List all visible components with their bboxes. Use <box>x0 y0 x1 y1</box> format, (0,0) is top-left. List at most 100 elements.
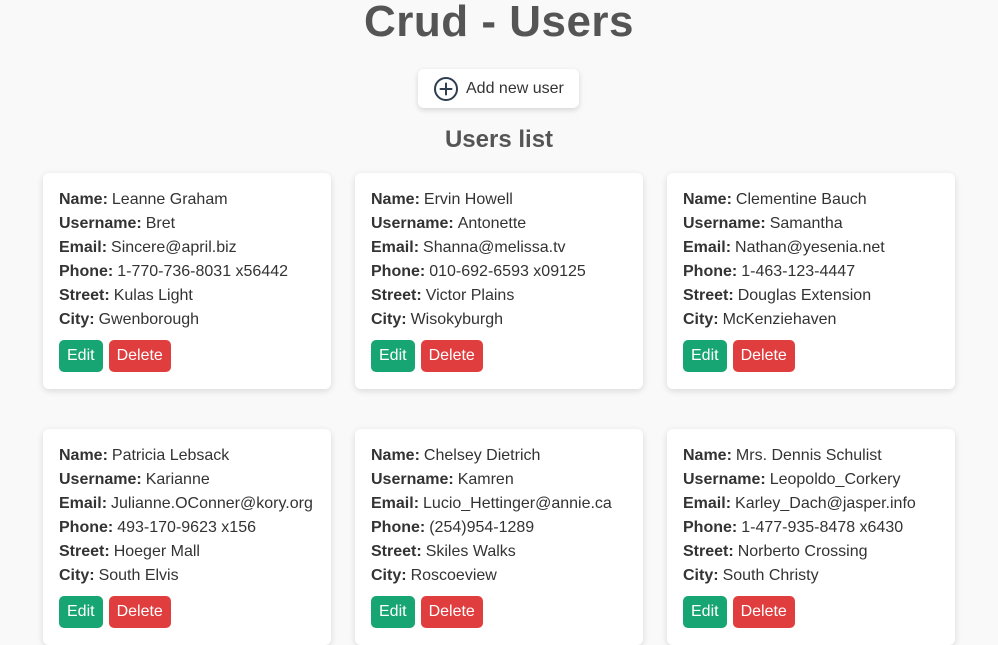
user-email-field: Email: Sincere@april.biz <box>59 236 316 260</box>
user-phone-field: Phone: 1-770-736-8031 x56442 <box>59 260 316 284</box>
delete-user-button[interactable]: Delete <box>732 596 795 628</box>
user-phone-label: Phone: <box>683 519 738 536</box>
user-name-value: Mrs. Dennis Schulist <box>735 447 882 464</box>
user-username-label: Username: <box>683 215 766 232</box>
edit-user-button[interactable]: Edit <box>59 596 103 628</box>
user-email-field: Email: Julianne.OConner@kory.org <box>59 492 316 516</box>
user-name-value: Chelsey Dietrich <box>423 447 541 464</box>
user-phone-label: Phone: <box>683 263 738 280</box>
user-name-label: Name: <box>59 191 108 208</box>
plus-circle-icon <box>433 76 459 102</box>
edit-user-button[interactable]: Edit <box>683 596 727 628</box>
page-title: Crud - Users <box>363 0 635 46</box>
edit-user-button[interactable]: Edit <box>59 340 103 372</box>
user-username-value: Kamren <box>457 471 514 488</box>
user-email-label: Email: <box>59 239 108 256</box>
user-username-label: Username: <box>371 215 454 232</box>
user-phone-value: 1-463-123-4447 <box>741 263 856 280</box>
user-street-label: Street: <box>683 543 734 560</box>
user-phone-label: Phone: <box>59 519 114 536</box>
user-card-actions: Edit Delete <box>371 340 628 372</box>
user-email-label: Email: <box>371 495 420 512</box>
user-street-label: Street: <box>59 287 110 304</box>
user-phone-value: 493-170-9623 x156 <box>117 519 256 536</box>
user-city-value: Gwenborough <box>98 311 200 328</box>
user-name-label: Name: <box>683 447 732 464</box>
delete-user-button[interactable]: Delete <box>108 340 171 372</box>
user-street-field: Street: Kulas Light <box>59 284 316 308</box>
user-username-label: Username: <box>683 471 766 488</box>
add-new-user-label: Add new user <box>466 79 564 97</box>
user-email-label: Email: <box>371 239 420 256</box>
user-street-value: Norberto Crossing <box>737 543 868 560</box>
user-city-value: Roscoeview <box>410 567 497 584</box>
delete-user-button[interactable]: Delete <box>108 596 171 628</box>
user-city-field: City: Gwenborough <box>59 308 316 332</box>
user-name-label: Name: <box>59 447 108 464</box>
user-street-label: Street: <box>371 543 422 560</box>
user-email-value: Nathan@yesenia.net <box>735 239 885 256</box>
user-name-field: Name: Leanne Graham <box>59 188 316 212</box>
user-card-actions: Edit Delete <box>59 596 316 628</box>
user-phone-field: Phone: 1-477-935-8478 x6430 <box>683 516 940 540</box>
user-username-field: Username: Leopoldo_Corkery <box>683 468 940 492</box>
user-city-label: City: <box>371 311 407 328</box>
user-phone-field: Phone: 493-170-9623 x156 <box>59 516 316 540</box>
add-new-user-button[interactable]: Add new user <box>418 69 579 108</box>
user-phone-field: Phone: 1-463-123-4447 <box>683 260 940 284</box>
user-email-label: Email: <box>683 239 732 256</box>
user-city-value: South Elvis <box>98 567 179 584</box>
user-username-value: Leopoldo_Corkery <box>769 471 901 488</box>
user-username-field: Username: Bret <box>59 212 316 236</box>
user-street-label: Street: <box>59 543 110 560</box>
user-name-field: Name: Ervin Howell <box>371 188 628 212</box>
user-email-value: Shanna@melissa.tv <box>423 239 566 256</box>
user-email-field: Email: Nathan@yesenia.net <box>683 236 940 260</box>
user-phone-label: Phone: <box>371 263 426 280</box>
user-username-value: Karianne <box>145 471 210 488</box>
user-name-label: Name: <box>371 191 420 208</box>
user-street-value: Hoeger Mall <box>113 543 200 560</box>
user-username-value: Antonette <box>457 215 527 232</box>
user-name-label: Name: <box>371 447 420 464</box>
user-email-value: Julianne.OConner@kory.org <box>111 495 313 512</box>
user-street-field: Street: Victor Plains <box>371 284 628 308</box>
user-card: Name: Mrs. Dennis Schulist Username: Leopol… <box>667 429 955 645</box>
user-username-field: Username: Karianne <box>59 468 316 492</box>
user-street-value: Douglas Extension <box>737 287 872 304</box>
users-grid: Name: Leanne Graham Username: Bret Email: Sin… <box>43 173 955 645</box>
user-email-field: Email: Lucio_Hettinger@annie.ca <box>371 492 628 516</box>
user-name-field: Name: Patricia Lebsack <box>59 444 316 468</box>
user-card-actions: Edit Delete <box>59 340 316 372</box>
user-card-actions: Edit Delete <box>371 596 628 628</box>
user-email-value: Sincere@april.biz <box>111 239 237 256</box>
user-city-value: South Christy <box>722 567 819 584</box>
user-card: Name: Patricia Lebsack Username: Karianne Em… <box>43 429 331 645</box>
users-list-title: Users list <box>444 126 554 153</box>
user-username-value: Bret <box>145 215 176 232</box>
user-name-value: Leanne Graham <box>111 191 228 208</box>
edit-user-button[interactable]: Edit <box>683 340 727 372</box>
user-card: Name: Clementine Bauch Username: Samantha Em… <box>667 173 955 389</box>
user-city-label: City: <box>683 567 719 584</box>
user-city-field: City: South Elvis <box>59 564 316 588</box>
delete-user-button[interactable]: Delete <box>420 340 483 372</box>
user-street-value: Victor Plains <box>425 287 515 304</box>
edit-user-button[interactable]: Edit <box>371 340 415 372</box>
user-username-field: Username: Samantha <box>683 212 940 236</box>
user-city-label: City: <box>371 567 407 584</box>
user-username-field: Username: Kamren <box>371 468 628 492</box>
user-name-field: Name: Mrs. Dennis Schulist <box>683 444 940 468</box>
delete-user-button[interactable]: Delete <box>420 596 483 628</box>
user-name-value: Ervin Howell <box>423 191 513 208</box>
user-city-label: City: <box>59 311 95 328</box>
user-card-actions: Edit Delete <box>683 596 940 628</box>
user-phone-value: 010-692-6593 x09125 <box>429 263 586 280</box>
user-street-label: Street: <box>371 287 422 304</box>
user-card-actions: Edit Delete <box>683 340 940 372</box>
user-email-value: Lucio_Hettinger@annie.ca <box>423 495 612 512</box>
user-username-label: Username: <box>59 215 142 232</box>
delete-user-button[interactable]: Delete <box>732 340 795 372</box>
edit-user-button[interactable]: Edit <box>371 596 415 628</box>
user-name-value: Patricia Lebsack <box>111 447 230 464</box>
